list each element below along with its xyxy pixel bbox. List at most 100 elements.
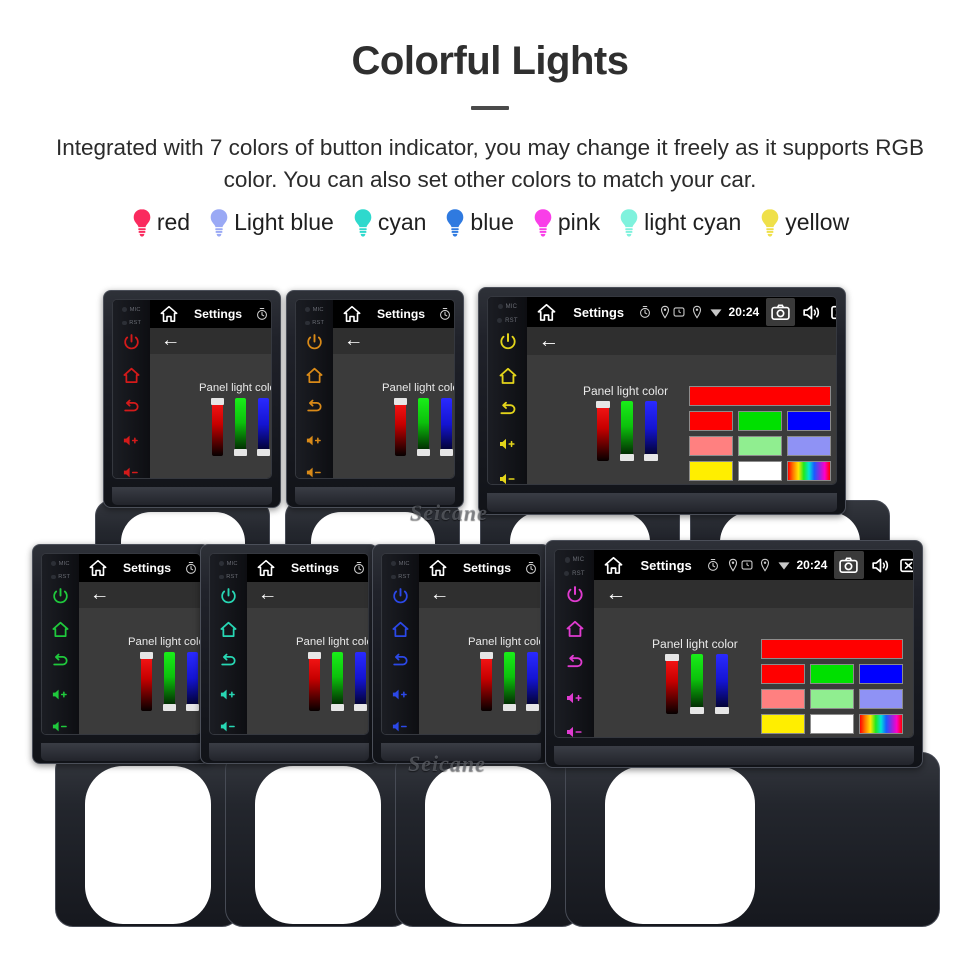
home-icon[interactable] xyxy=(565,619,585,639)
rail-button-volume-down[interactable] xyxy=(51,717,70,734)
volume-down-icon[interactable] xyxy=(122,463,141,479)
rail-button-home[interactable] xyxy=(565,619,585,639)
camera-icon[interactable] xyxy=(770,302,791,323)
power-icon[interactable] xyxy=(219,587,238,606)
slider-blue[interactable] xyxy=(526,652,539,711)
status-gps-icon[interactable] xyxy=(658,305,672,319)
home-icon[interactable] xyxy=(51,620,70,639)
status-home-button[interactable] xyxy=(88,558,108,578)
back-icon[interactable] xyxy=(305,398,324,417)
back-icon[interactable] xyxy=(391,652,410,671)
slider-red[interactable] xyxy=(394,398,407,456)
slider-thumb[interactable] xyxy=(503,704,516,711)
rail-button-volume-up[interactable] xyxy=(122,431,141,450)
gps-icon[interactable] xyxy=(726,558,740,572)
rail-button-home[interactable] xyxy=(122,366,141,385)
timer-icon[interactable] xyxy=(524,561,538,575)
slider-green[interactable] xyxy=(163,652,176,711)
rail-button-back[interactable] xyxy=(391,652,410,671)
volume-up-icon[interactable] xyxy=(498,434,518,454)
home-icon[interactable] xyxy=(603,555,624,576)
status-timer-icon[interactable] xyxy=(352,561,366,575)
status-home-button[interactable] xyxy=(159,304,179,324)
slider-thumb[interactable] xyxy=(163,704,176,711)
rail-button-home[interactable] xyxy=(51,620,70,639)
rail-button-home[interactable] xyxy=(391,620,410,639)
volume-icon[interactable] xyxy=(801,302,822,323)
volume-down-icon[interactable] xyxy=(305,463,324,479)
rail-button-back[interactable] xyxy=(565,653,585,673)
rail-button-power[interactable] xyxy=(219,587,238,606)
color-swatch[interactable] xyxy=(761,664,805,684)
back-arrow-button[interactable]: ← xyxy=(344,331,364,351)
rail-button-home[interactable] xyxy=(498,366,518,386)
volume-up-icon[interactable] xyxy=(391,685,410,704)
volume-up-icon[interactable] xyxy=(219,685,238,704)
volume-down-icon[interactable] xyxy=(498,469,518,485)
back-arrow-button[interactable]: ← xyxy=(430,585,450,605)
slider-thumb[interactable] xyxy=(394,398,407,405)
rail-button-volume-down[interactable] xyxy=(305,463,324,479)
timer-icon[interactable] xyxy=(255,307,269,321)
rail-button-home[interactable] xyxy=(219,620,238,639)
slider-thumb[interactable] xyxy=(140,652,153,659)
color-preview[interactable] xyxy=(689,386,831,406)
color-swatch[interactable] xyxy=(787,411,831,431)
slider-thumb[interactable] xyxy=(331,704,344,711)
slider-blue[interactable] xyxy=(644,401,658,461)
slider-blue[interactable] xyxy=(715,654,729,714)
slider-red[interactable] xyxy=(480,652,493,711)
rail-button-power[interactable] xyxy=(391,587,410,606)
slider-thumb[interactable] xyxy=(620,454,634,461)
color-swatch[interactable] xyxy=(689,461,733,481)
timer-icon[interactable] xyxy=(638,305,652,319)
status-close-button[interactable] xyxy=(898,555,913,576)
back-arrow-button[interactable]: ← xyxy=(606,583,627,605)
rail-button-volume-up[interactable] xyxy=(219,685,238,704)
volume-icon[interactable] xyxy=(870,555,891,576)
rail-button-power[interactable] xyxy=(565,585,585,605)
rail-button-back[interactable] xyxy=(51,652,70,671)
color-swatch[interactable] xyxy=(787,461,831,481)
home-icon[interactable] xyxy=(498,366,518,386)
slider-red[interactable] xyxy=(596,401,610,461)
color-swatch[interactable] xyxy=(738,436,782,456)
close-icon[interactable] xyxy=(829,302,837,323)
rail-button-volume-down[interactable] xyxy=(565,722,585,737)
timer-icon[interactable] xyxy=(352,561,366,575)
slider-red[interactable] xyxy=(308,652,321,711)
rail-button-power[interactable] xyxy=(305,333,324,352)
status-timer-icon[interactable] xyxy=(524,561,538,575)
rail-button-back[interactable] xyxy=(122,398,141,417)
home-icon[interactable] xyxy=(428,558,448,578)
camera-icon[interactable] xyxy=(838,555,859,576)
power-icon[interactable] xyxy=(565,585,585,605)
home-icon[interactable] xyxy=(536,302,557,323)
home-icon[interactable] xyxy=(219,620,238,639)
rail-button-volume-up[interactable] xyxy=(305,431,324,450)
status-camera-button[interactable] xyxy=(766,297,796,327)
color-swatch[interactable] xyxy=(859,664,903,684)
slider-blue[interactable] xyxy=(186,652,199,711)
slider-red[interactable] xyxy=(665,654,679,714)
power-icon[interactable] xyxy=(498,332,518,352)
home-icon[interactable] xyxy=(305,366,324,385)
volume-down-icon[interactable] xyxy=(391,717,410,735)
color-swatch[interactable] xyxy=(761,689,805,709)
color-swatch[interactable] xyxy=(810,689,854,709)
volume-up-icon[interactable] xyxy=(565,688,585,708)
slider-green[interactable] xyxy=(234,398,247,456)
rail-button-volume-down[interactable] xyxy=(498,469,518,485)
rail-button-volume-down[interactable] xyxy=(122,463,141,479)
back-icon[interactable] xyxy=(565,653,585,673)
color-swatch[interactable] xyxy=(787,436,831,456)
slider-thumb[interactable] xyxy=(715,707,729,714)
status-close-button[interactable] xyxy=(829,302,837,323)
rail-button-back[interactable] xyxy=(219,652,238,671)
timer-icon[interactable] xyxy=(438,307,452,321)
status-timer-icon[interactable] xyxy=(438,307,452,321)
home-icon[interactable] xyxy=(256,558,276,578)
power-icon[interactable] xyxy=(391,587,410,606)
back-icon[interactable] xyxy=(122,398,141,417)
gps-icon[interactable] xyxy=(658,305,672,319)
